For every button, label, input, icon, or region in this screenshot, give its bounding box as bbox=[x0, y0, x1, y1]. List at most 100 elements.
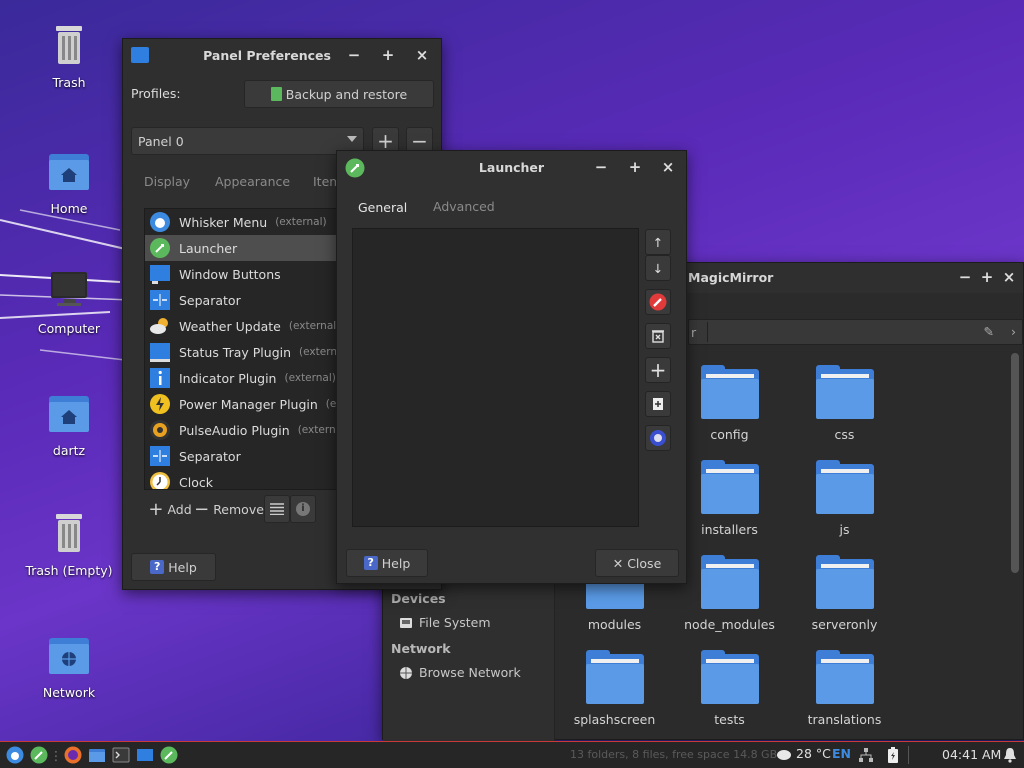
panel-items-list[interactable]: Whisker Menu (external) Launcher Window B… bbox=[144, 208, 340, 490]
list-item[interactable]: PulseAudio Plugin(external) bbox=[145, 417, 339, 443]
delete-item-button[interactable] bbox=[645, 323, 671, 349]
desktop-icon-computer[interactable]: Computer bbox=[14, 268, 124, 336]
help-button[interactable]: ? Help bbox=[346, 549, 428, 577]
folder-item[interactable]: js bbox=[787, 460, 902, 537]
folder-icon bbox=[815, 365, 874, 419]
edit-path-icon[interactable]: ✎ bbox=[984, 324, 994, 339]
desktop-icon-trash[interactable]: Trash bbox=[14, 22, 124, 90]
tab-appearance[interactable]: Appearance bbox=[215, 174, 290, 189]
list-item[interactable]: Launcher bbox=[145, 235, 339, 261]
desktop-icon-home[interactable]: Home bbox=[14, 148, 124, 216]
network-icon[interactable] bbox=[858, 747, 874, 763]
item-info-button[interactable]: i bbox=[290, 495, 316, 523]
close-button[interactable]: × bbox=[999, 267, 1019, 287]
edit-item-button[interactable] bbox=[645, 289, 671, 315]
bell-icon[interactable] bbox=[1003, 747, 1017, 763]
battery-icon[interactable] bbox=[887, 746, 899, 764]
folder-icon bbox=[700, 365, 759, 419]
list-item[interactable]: Status Tray Plugin(external) bbox=[145, 339, 339, 365]
add-item-button[interactable]: + bbox=[645, 357, 671, 383]
launcher-task-button[interactable] bbox=[158, 745, 180, 765]
folder-item[interactable]: tests bbox=[672, 650, 787, 727]
weather-icon bbox=[150, 318, 168, 334]
close-button[interactable]: × bbox=[658, 157, 678, 177]
firefox-icon bbox=[64, 746, 82, 764]
desktop-icon-trash-empty[interactable]: Trash (Empty) bbox=[14, 510, 124, 578]
desktop-icon-label: Computer bbox=[37, 321, 101, 336]
devices-header: Devices bbox=[391, 591, 446, 606]
info-circle-icon: i bbox=[296, 502, 310, 516]
help-button[interactable]: ? Help bbox=[131, 553, 216, 581]
window-buttons-icon bbox=[150, 265, 170, 284]
tab-advanced[interactable]: Advanced bbox=[433, 199, 495, 214]
folder-item[interactable]: node_modules bbox=[672, 555, 787, 632]
minimize-button[interactable]: − bbox=[591, 157, 611, 177]
folder-item[interactable]: splashscreen bbox=[557, 650, 672, 727]
close-dialog-button[interactable]: ✕ Close bbox=[595, 549, 679, 577]
folder-item[interactable]: css bbox=[787, 365, 902, 442]
launcher-window[interactable]: Launcher − + × General Advanced ↑ ↓ + ? H… bbox=[336, 150, 687, 584]
chevron-down-icon bbox=[347, 136, 357, 142]
panel-preferences-titlebar[interactable]: Panel Preferences − + × bbox=[123, 39, 441, 71]
panel-select[interactable]: Panel 0 bbox=[131, 127, 364, 155]
clock-icon bbox=[150, 472, 170, 489]
web-link-button[interactable] bbox=[645, 425, 671, 451]
terminal-button[interactable] bbox=[110, 745, 132, 765]
scrollbar[interactable] bbox=[1011, 353, 1019, 573]
new-item-button[interactable] bbox=[645, 391, 671, 417]
minimize-button[interactable]: − bbox=[344, 45, 364, 65]
sidebar-item-browse-network[interactable]: Browse Network bbox=[399, 665, 521, 680]
launcher-titlebar[interactable]: Launcher − + × bbox=[337, 151, 686, 183]
folder-icon bbox=[815, 460, 874, 514]
button-label: Remove bbox=[213, 501, 264, 517]
panel-prefs-task-button[interactable] bbox=[134, 745, 156, 765]
folder-item[interactable]: translations bbox=[787, 650, 902, 727]
folder-item[interactable]: config bbox=[672, 365, 787, 442]
maximize-button[interactable]: + bbox=[378, 45, 398, 65]
list-item[interactable]: Separator bbox=[145, 443, 339, 469]
list-item[interactable]: Power Manager Plugin(exter bbox=[145, 391, 339, 417]
keyboard-layout[interactable]: EN bbox=[832, 746, 851, 761]
move-up-button[interactable]: ↑ bbox=[645, 229, 671, 255]
tab-general[interactable]: General bbox=[358, 200, 407, 215]
separator-icon bbox=[150, 290, 170, 310]
maximize-button[interactable]: + bbox=[977, 267, 997, 287]
launcher-button[interactable] bbox=[28, 745, 50, 765]
whisker-menu-button[interactable] bbox=[4, 745, 26, 765]
file-manager-button[interactable] bbox=[86, 745, 108, 765]
tab-display[interactable]: Display bbox=[144, 174, 190, 189]
desktop-icon-dartz[interactable]: dartz bbox=[14, 390, 124, 458]
window-icon bbox=[137, 749, 153, 761]
launcher-items-list[interactable] bbox=[352, 228, 639, 527]
sidebar-item-file-system[interactable]: File System bbox=[399, 615, 491, 630]
button-label: Help bbox=[381, 555, 411, 571]
list-item[interactable]: Clock bbox=[145, 469, 339, 489]
help-icon: ? bbox=[363, 556, 378, 570]
minimize-button[interactable]: − bbox=[955, 267, 975, 287]
folder-item[interactable]: installers bbox=[672, 460, 787, 537]
folder-label: tests bbox=[714, 712, 745, 727]
help-icon: ? bbox=[150, 560, 165, 574]
add-item-button[interactable]: + Add bbox=[146, 495, 194, 523]
list-item[interactable]: Weather Update (external) bbox=[145, 313, 339, 339]
desktop-icon-network[interactable]: Network bbox=[14, 632, 124, 700]
backup-restore-button[interactable]: Backup and restore bbox=[244, 80, 434, 108]
list-item[interactable]: Separator bbox=[145, 287, 339, 313]
close-button[interactable]: × bbox=[412, 45, 432, 65]
list-item[interactable]: Whisker Menu (external) bbox=[145, 209, 339, 235]
folder-item[interactable]: serveronly bbox=[787, 555, 902, 632]
arrow-up-icon: ↑ bbox=[652, 234, 664, 250]
drive-icon bbox=[400, 617, 412, 628]
chevron-right-icon[interactable]: › bbox=[1011, 324, 1016, 339]
list-item[interactable]: Window Buttons bbox=[145, 261, 339, 287]
clock-text[interactable]: 04:41 AM bbox=[942, 747, 1001, 762]
maximize-button[interactable]: + bbox=[625, 157, 645, 177]
weather-indicator[interactable]: 28 °C bbox=[776, 746, 831, 761]
path-bar[interactable]: r ✎ › bbox=[688, 319, 1023, 345]
remove-item-button[interactable]: − Remove bbox=[194, 495, 264, 523]
item-list-icon-button[interactable] bbox=[264, 495, 290, 523]
firefox-button[interactable] bbox=[62, 745, 84, 765]
list-item[interactable]: Indicator Plugin (external) bbox=[145, 365, 339, 391]
desktop-icon-label: Trash (Empty) bbox=[25, 563, 113, 578]
move-down-button[interactable]: ↓ bbox=[645, 255, 671, 281]
